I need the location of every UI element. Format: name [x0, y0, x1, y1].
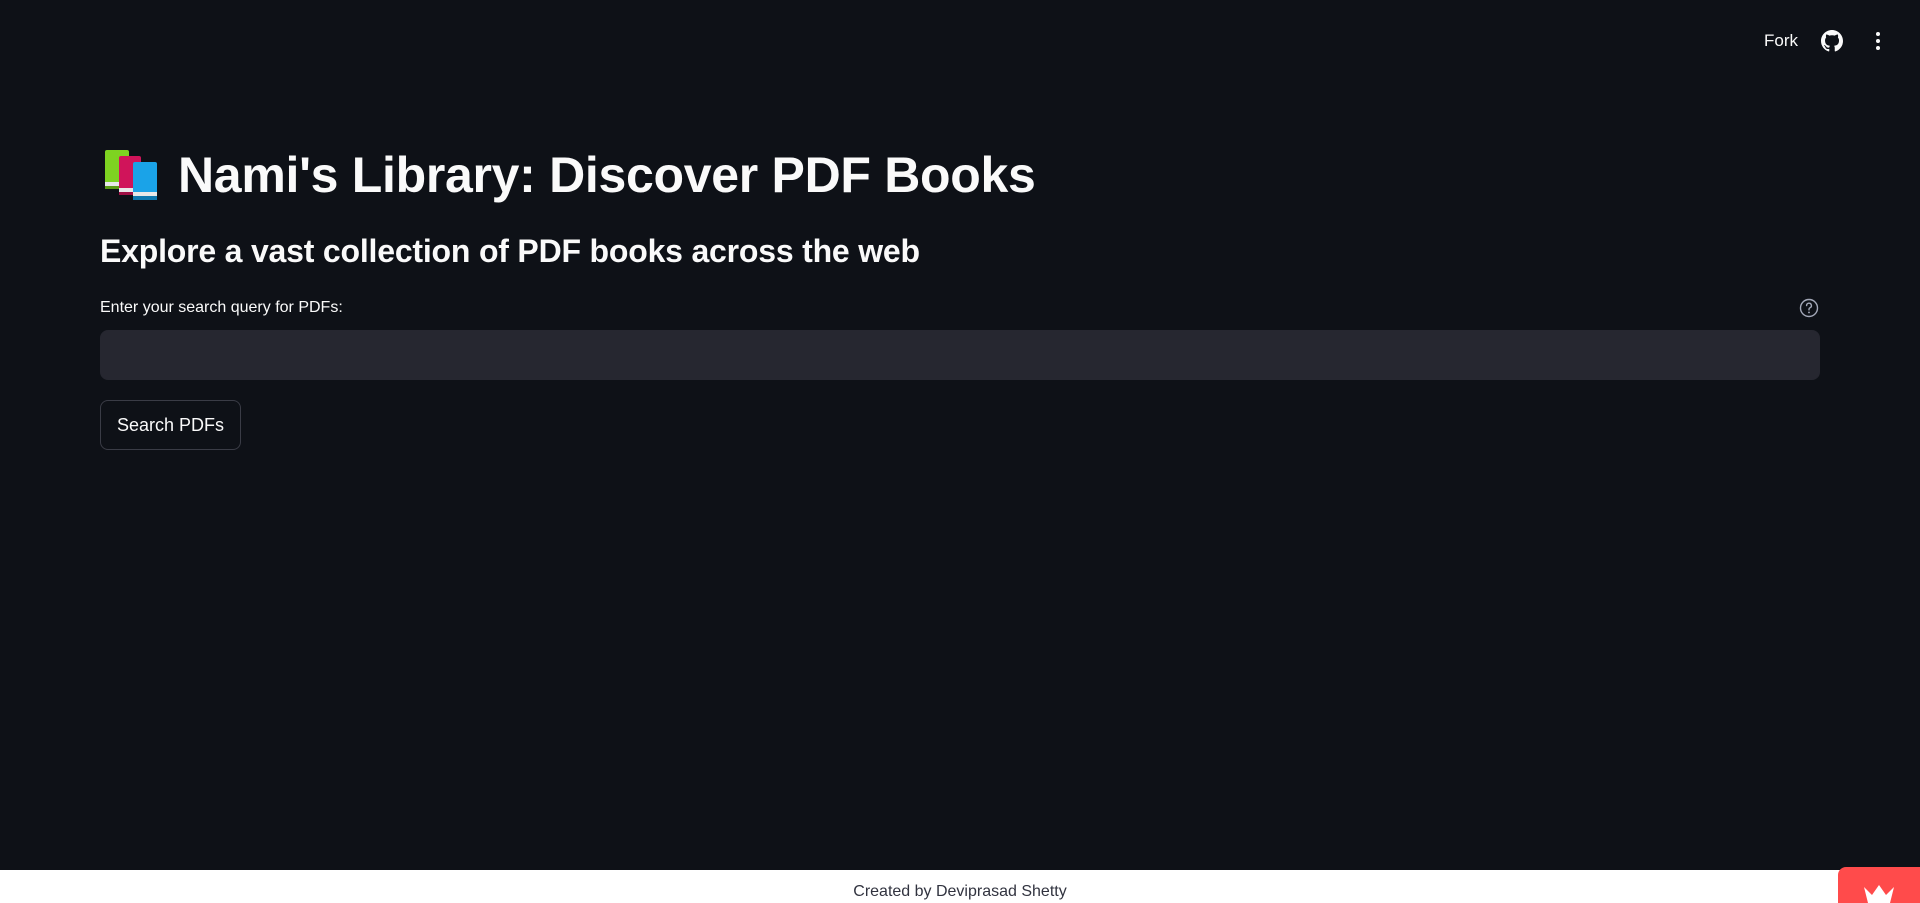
- search-field-label: Enter your search query for PDFs:: [100, 299, 343, 316]
- books-icon: [100, 147, 162, 203]
- streamlit-badge[interactable]: [1838, 867, 1920, 903]
- help-circle-icon[interactable]: [1798, 297, 1820, 319]
- more-vertical-icon[interactable]: [1866, 29, 1890, 53]
- fork-button[interactable]: Fork: [1764, 31, 1798, 51]
- github-icon[interactable]: [1820, 29, 1844, 53]
- main-content: Nami's Library: Discover PDF Books Explo…: [100, 138, 1820, 450]
- footer-credit: Created by Deviprasad Shetty: [853, 883, 1067, 900]
- search-input[interactable]: [100, 330, 1820, 380]
- search-pdfs-button[interactable]: Search PDFs: [100, 400, 242, 450]
- title-row: Nami's Library: Discover PDF Books: [100, 138, 1820, 212]
- header-toolbar: Fork: [1764, 26, 1890, 56]
- search-label-row: Enter your search query for PDFs:: [100, 296, 1820, 320]
- page-subtitle: Explore a vast collection of PDF books a…: [100, 233, 920, 269]
- page-title: Nami's Library: Discover PDF Books: [178, 147, 1036, 203]
- streamlit-crown-icon: [1864, 885, 1894, 903]
- footer: Created by Deviprasad Shetty: [0, 870, 1920, 903]
- app-root: Fork Nami's Library: Discover PDF Books …: [0, 0, 1920, 903]
